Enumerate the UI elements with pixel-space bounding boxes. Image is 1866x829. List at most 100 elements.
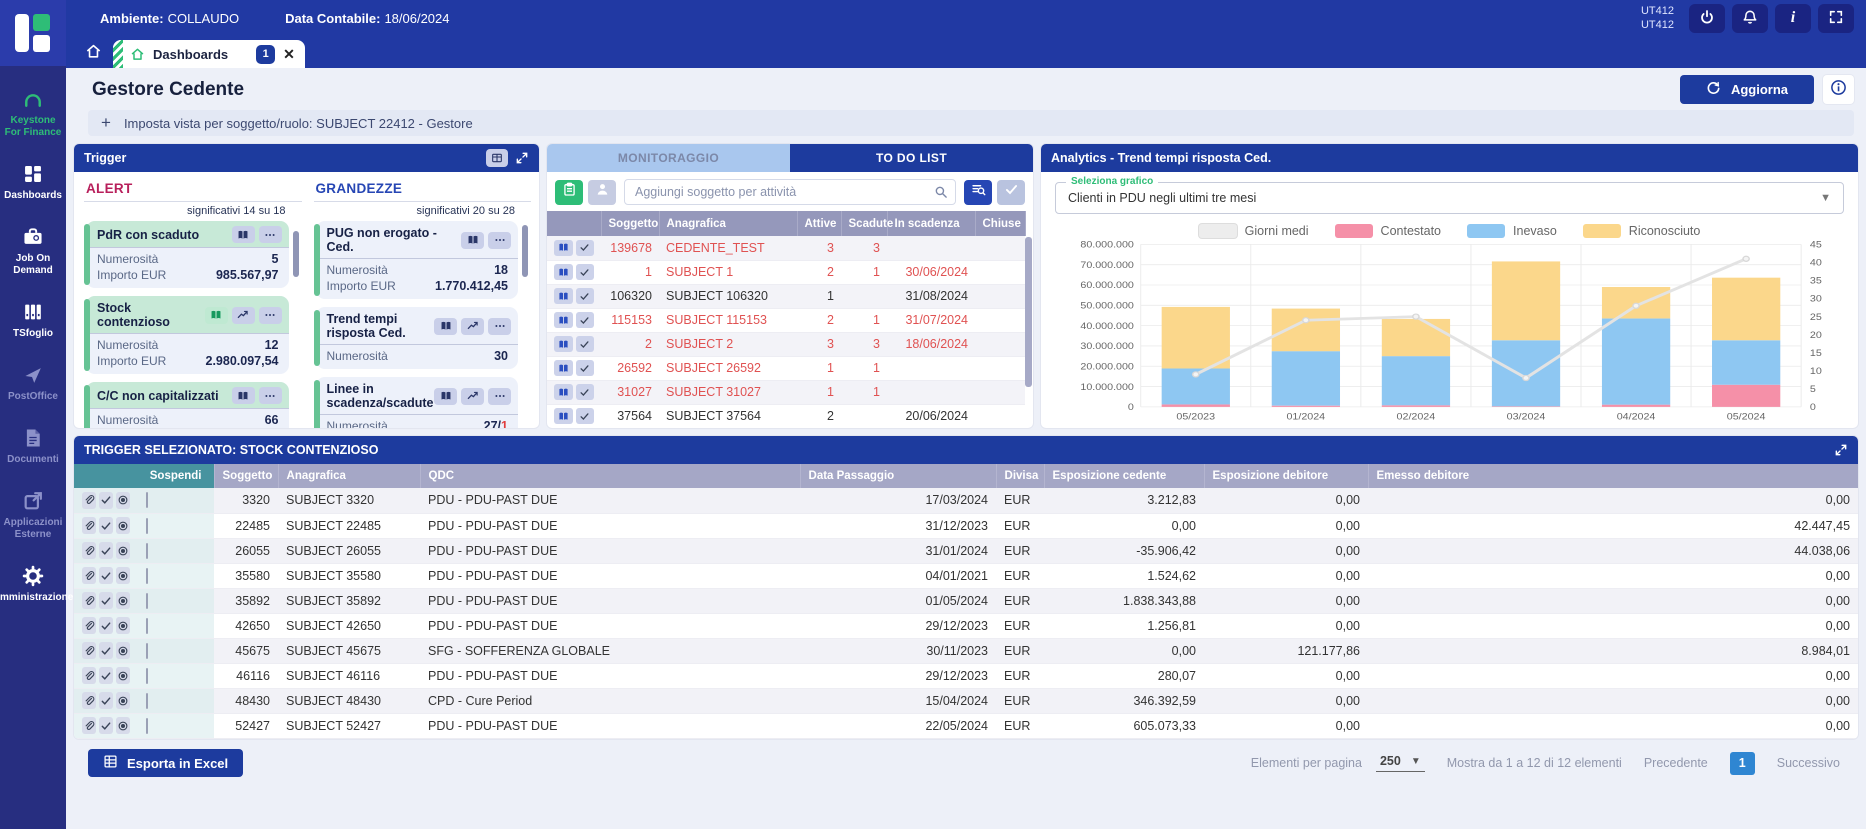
trigger-card-trend-tempi-risposta-ced[interactable]: Trend tempi risposta Ced.Numerosità30 (316, 307, 519, 369)
column-header-qdc[interactable]: QDC (420, 464, 800, 488)
info-button[interactable]: i (1775, 4, 1811, 33)
sospendi-checkbox[interactable] (146, 593, 148, 609)
layout-grid-icon[interactable] (486, 149, 508, 167)
check-icon[interactable] (99, 617, 113, 634)
trend-icon[interactable] (461, 388, 484, 405)
trigger-card-pug-non-erogato-ced[interactable]: PUG non erogato - Ced.Numerosità18Import… (316, 221, 519, 299)
column-header-attive[interactable]: Attive (797, 211, 841, 236)
target-icon[interactable] (116, 592, 130, 609)
check-icon[interactable] (576, 384, 595, 400)
cards-scrollbar[interactable] (293, 231, 299, 277)
column-header-anagrafica[interactable]: Anagrafica (659, 211, 797, 236)
sospendi-checkbox[interactable] (146, 718, 148, 734)
trigger-card-c-c-non-capitalizzati[interactable]: C/C non capitalizzatiNumerosità66Importo… (86, 382, 289, 428)
target-icon[interactable] (116, 542, 130, 559)
refresh-button[interactable]: Aggiorna (1680, 75, 1814, 104)
sidebar-item-keystone-for-finance[interactable]: Keystone For Finance (0, 76, 66, 151)
column-header-divisa[interactable]: Divisa (996, 464, 1044, 488)
book-icon[interactable] (461, 232, 484, 249)
sospendi-checkbox[interactable] (146, 693, 148, 709)
todo-row[interactable]: 1SUBJECT 12130/06/2024 (547, 260, 1025, 284)
sospendi-checkbox[interactable] (146, 618, 148, 634)
todo-row[interactable]: 139678CEDENTE_TEST33 (547, 236, 1025, 260)
ellipsis-icon[interactable] (488, 232, 511, 249)
column-header-emesso-debitore[interactable]: Emesso debitore (1368, 464, 1858, 488)
home-button[interactable] (78, 40, 108, 68)
book-icon[interactable] (554, 360, 573, 376)
column-header-chiuse[interactable]: Chiuse (975, 211, 1025, 236)
paperclip-icon[interactable] (82, 567, 96, 584)
tab-close-icon[interactable]: ✕ (283, 46, 295, 63)
check-icon[interactable] (99, 717, 113, 734)
column-header-esposizione-debitore[interactable]: Esposizione debitore (1204, 464, 1368, 488)
trigger-card-pdr-con-scaduto[interactable]: PdR con scadutoNumerosità5Importo EUR985… (86, 221, 289, 288)
check-icon[interactable] (576, 336, 595, 352)
check-icon[interactable] (576, 312, 595, 328)
paperclip-icon[interactable] (82, 592, 96, 609)
todo-row[interactable]: 26592SUBJECT 2659211 (547, 356, 1025, 380)
column-header-soggetto[interactable]: Soggetto (214, 464, 278, 488)
check-icon[interactable] (99, 592, 113, 609)
ellipsis-icon[interactable] (259, 307, 282, 324)
trend-icon[interactable] (232, 307, 255, 324)
book-icon[interactable] (205, 307, 228, 324)
check-icon[interactable] (99, 667, 113, 684)
paperclip-icon[interactable] (82, 617, 96, 634)
sospendi-checkbox[interactable] (146, 643, 148, 659)
paperclip-icon[interactable] (82, 642, 96, 659)
sospendi-checkbox[interactable] (146, 518, 148, 534)
column-header-sospendi[interactable]: Sospendi (74, 464, 214, 488)
paperclip-icon[interactable] (82, 667, 96, 684)
sospendi-checkbox[interactable] (146, 668, 148, 684)
app-logo[interactable] (0, 0, 66, 66)
previous-page-button[interactable]: Precedente (1644, 756, 1708, 770)
sidebar-item-applicazioni-esterne[interactable]: Applicazioni Esterne (0, 478, 66, 553)
book-icon[interactable] (434, 388, 457, 405)
book-icon[interactable] (554, 384, 573, 400)
imposta-vista-bar[interactable]: + Imposta vista per soggetto/ruolo: SUBJ… (88, 110, 1854, 136)
activity-list-button[interactable] (555, 180, 583, 205)
target-icon[interactable] (116, 617, 130, 634)
chart-select[interactable]: Seleziona grafico Clienti in PDU negli u… (1055, 182, 1844, 214)
per-page-select[interactable]: 250▼ (1376, 754, 1425, 772)
tab-monitoraggio[interactable]: MONITORAGGIO (547, 144, 790, 172)
legend-item-contestato[interactable]: Contestato (1335, 224, 1441, 238)
sidebar-item-postoffice[interactable]: PostOffice (0, 352, 66, 415)
todo-row[interactable]: 37564SUBJECT 37564220/06/2024 (547, 404, 1025, 428)
check-icon[interactable] (576, 264, 595, 280)
ellipsis-icon[interactable] (259, 226, 282, 243)
check-icon[interactable] (99, 517, 113, 534)
target-icon[interactable] (116, 492, 130, 509)
expand-icon[interactable] (515, 151, 529, 165)
target-icon[interactable] (116, 692, 130, 709)
tab-to-do-list[interactable]: TO DO LIST (790, 144, 1033, 172)
book-icon[interactable] (554, 336, 573, 352)
trigger-card-linee-in-scadenza-scadute[interactable]: Linee in scadenza/scaduteNumerosità27/1I… (316, 377, 519, 428)
check-icon[interactable] (99, 542, 113, 559)
trigger-card-stock-contenzioso[interactable]: Stock contenziosoNumerosità12Importo EUR… (86, 296, 289, 374)
book-icon[interactable] (554, 264, 573, 280)
column-header-data-passaggio[interactable]: Data Passaggio (800, 464, 996, 488)
ellipsis-icon[interactable] (259, 387, 282, 404)
paperclip-icon[interactable] (82, 492, 96, 509)
check-icon[interactable] (576, 408, 595, 424)
paperclip-icon[interactable] (82, 692, 96, 709)
check-icon[interactable] (99, 642, 113, 659)
logout-button[interactable] (1689, 4, 1725, 33)
expand-icon[interactable] (1834, 443, 1848, 457)
check-icon[interactable] (576, 240, 595, 256)
check-icon[interactable] (99, 492, 113, 509)
legend-item-riconosciuto[interactable]: Riconosciuto (1583, 224, 1701, 238)
column-header-scadute[interactable]: Scadute (841, 211, 887, 236)
paperclip-icon[interactable] (82, 517, 96, 534)
ellipsis-icon[interactable] (488, 318, 511, 335)
target-icon[interactable] (116, 517, 130, 534)
todo-row[interactable]: 106320SUBJECT 106320131/08/2024 (547, 284, 1025, 308)
sidebar-item-documenti[interactable]: Documenti (0, 415, 66, 478)
paperclip-icon[interactable] (82, 717, 96, 734)
sidebar-item-job-on-demand[interactable]: Job On Demand (0, 214, 66, 289)
book-icon[interactable] (554, 288, 573, 304)
sidebar-item-amministrazione[interactable]: Amministrazione (0, 553, 66, 616)
fullscreen-button[interactable] (1818, 4, 1854, 33)
current-page-button[interactable]: 1 (1730, 752, 1755, 775)
